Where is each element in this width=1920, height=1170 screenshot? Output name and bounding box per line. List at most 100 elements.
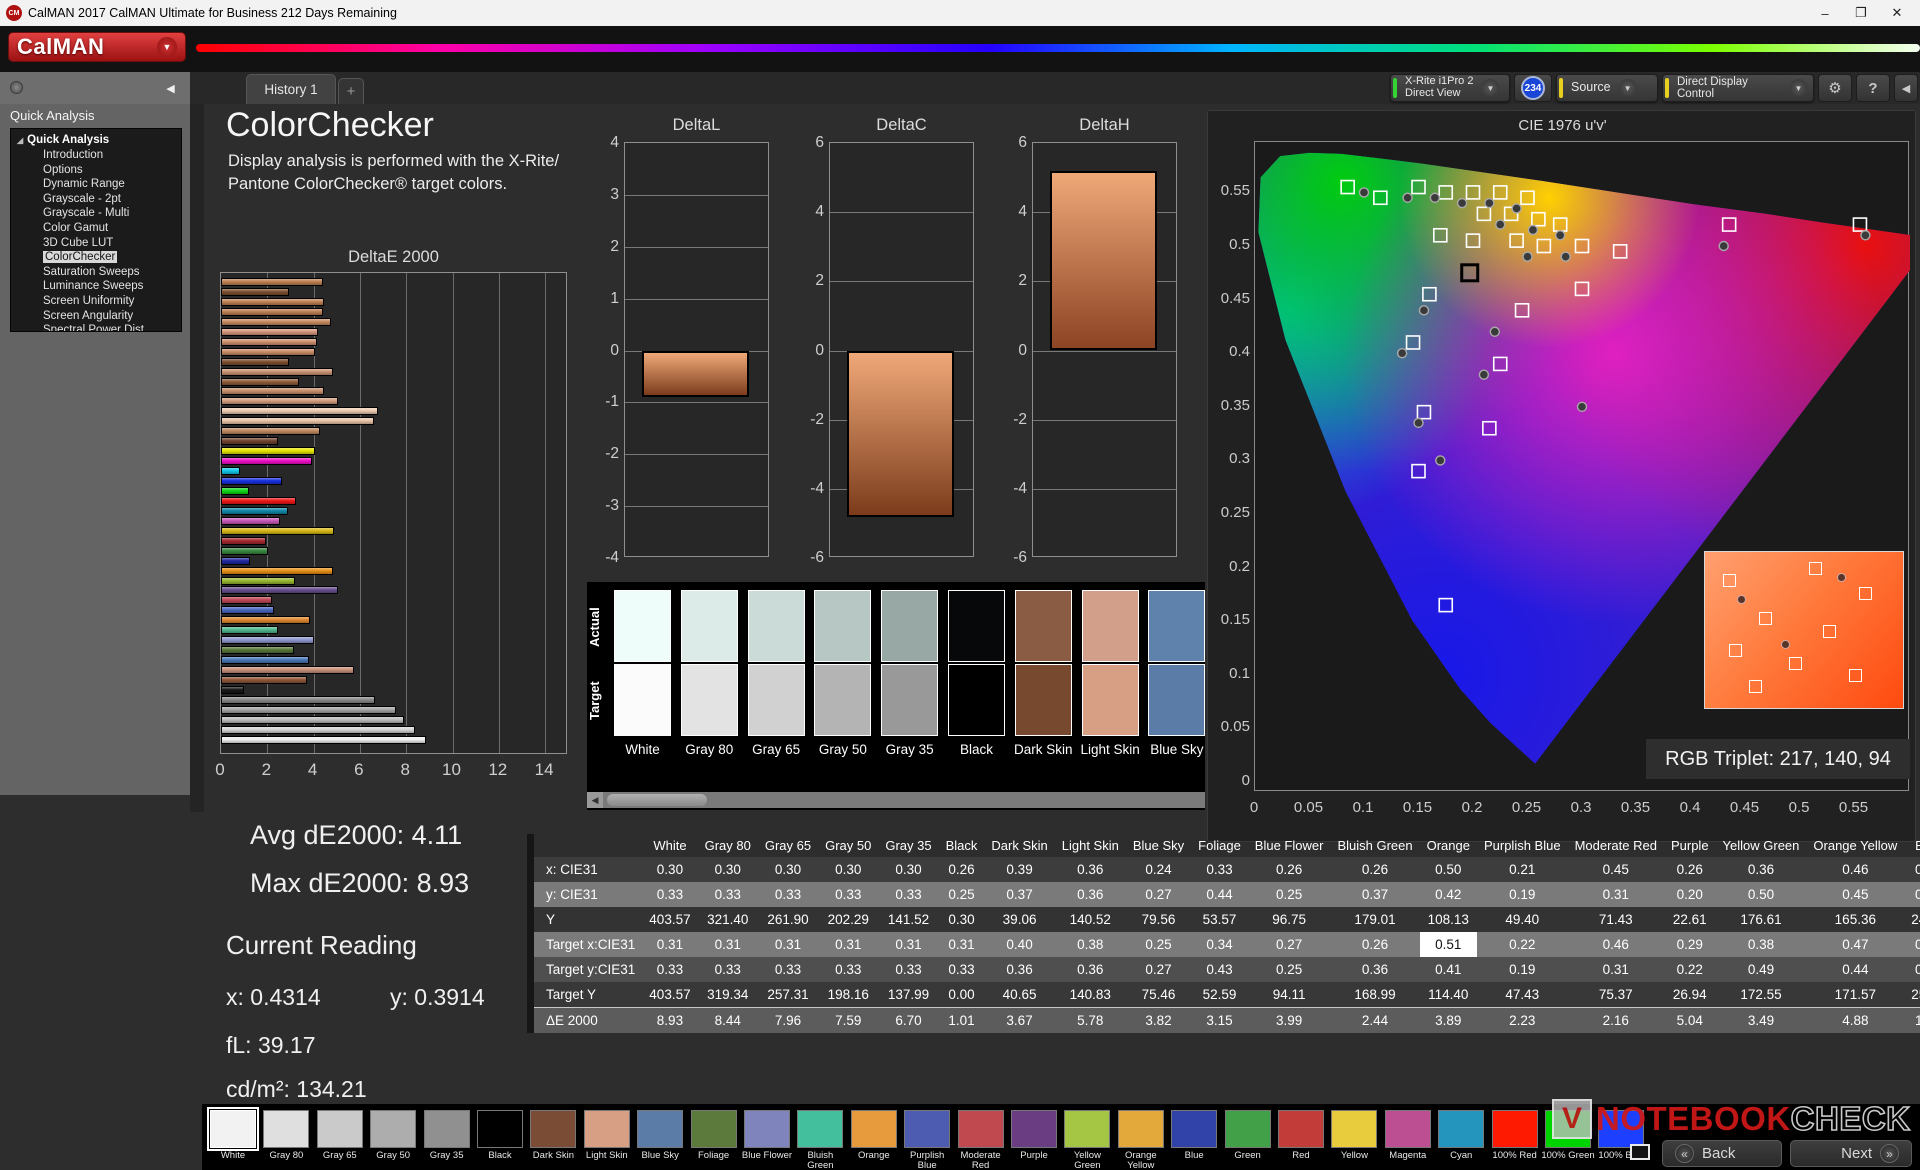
next-button[interactable]: Next » — [1790, 1140, 1912, 1167]
page-description-line1: Display analysis is performed with the X… — [228, 152, 560, 170]
patch-swatch-blue[interactable] — [1171, 1110, 1218, 1148]
sidebar-item-screen-uniformity[interactable]: Screen Uniformity — [17, 294, 181, 309]
patch-swatch-gray-50[interactable] — [370, 1110, 417, 1148]
sidebar-item-colorchecker[interactable]: ColorChecker — [17, 250, 181, 265]
patch-swatch-light-skin[interactable] — [583, 1110, 630, 1148]
patch-swatch-yellow[interactable] — [1331, 1110, 1378, 1148]
patch-swatch-magenta[interactable] — [1384, 1110, 1431, 1148]
patch-swatch-bluish-green[interactable] — [797, 1110, 844, 1148]
watermark-notebook-text: NOTEBOOK — [1596, 1100, 1791, 1137]
deltae-bar — [221, 417, 375, 426]
source-status-stripe — [1559, 78, 1563, 98]
patch-swatch-green[interactable] — [1224, 1110, 1271, 1148]
deltaL-plot-tick: 2 — [610, 237, 619, 255]
sidebar-item-luminance-sweeps[interactable]: Luminance Sweeps — [17, 279, 181, 294]
patch-swatch-100-red[interactable] — [1491, 1110, 1538, 1148]
sidebar-item-options[interactable]: Options — [17, 163, 181, 178]
table-cell: 0.20 — [1676, 887, 1703, 902]
minimize-button[interactable]: – — [1808, 2, 1842, 24]
deltae-bar — [221, 407, 379, 416]
table-cell: 108.13 — [1427, 912, 1469, 927]
patch-swatch-purple[interactable] — [1011, 1110, 1057, 1148]
patch-swatch-blue-sky[interactable] — [637, 1110, 684, 1148]
horizontal-scrollbar[interactable]: ◀ — [587, 792, 1205, 808]
table-cell: 0.26 — [1361, 937, 1389, 952]
deltae-bar — [221, 596, 272, 605]
table-cell: 0.36 — [1747, 862, 1775, 877]
table-cell: 0.30 — [835, 862, 862, 877]
table-cell: 0.14 — [1915, 962, 1920, 977]
deltae-bar — [221, 715, 405, 724]
scrollbar-thumb[interactable] — [607, 794, 707, 806]
settings-button[interactable]: ⚙ — [1818, 74, 1852, 102]
patch-swatch-orange[interactable] — [850, 1110, 897, 1148]
table-cell: 176.61 — [1740, 912, 1782, 927]
sidebar-item-3d-cube-lut[interactable]: 3D Cube LUT — [17, 236, 181, 251]
sidebar-item-grayscale-multi[interactable]: Grayscale - Multi — [17, 206, 181, 221]
add-tab-button[interactable]: + — [338, 78, 364, 104]
back-button[interactable]: « Back — [1662, 1140, 1782, 1167]
table-cell: 3.99 — [1247, 1007, 1331, 1033]
panel-collapse-button[interactable]: ◀ — [1894, 74, 1918, 102]
meter-dropdown[interactable]: X-Rite i1Pro 2 Direct View ▼ — [1390, 74, 1510, 102]
cie-y-tick: 0.05 — [1220, 718, 1250, 736]
tab-history-1[interactable]: History 1 — [246, 74, 336, 104]
deltae-x-tick: 2 — [261, 760, 272, 779]
current-reading-label: Current Reading — [226, 930, 417, 960]
table-cell: 0.25 — [1275, 962, 1303, 977]
patch-swatch-cyan[interactable] — [1438, 1110, 1485, 1148]
calman-menu-button[interactable]: CalMAN ▼ — [8, 32, 186, 62]
deltaH-plot-tick: 2 — [1018, 272, 1027, 290]
table-col-header: Light Skin — [1061, 838, 1119, 853]
deltaL-plot-tick: 0 — [610, 341, 619, 359]
close-button[interactable]: ✕ — [1880, 2, 1914, 24]
deltaC-plot-tick: 4 — [815, 203, 824, 221]
display-control-dropdown[interactable]: Direct Display Control ▼ — [1662, 74, 1814, 102]
patch-swatch-moderate-red[interactable] — [957, 1110, 1004, 1148]
inset-square-marker — [1749, 680, 1762, 694]
sidebar-item-spectral-power-dist-[interactable]: Spectral Power Dist. — [17, 323, 181, 331]
page-description-line2: Pantone ColorChecker® target colors. — [228, 175, 508, 193]
patch-swatch-gray-35[interactable] — [423, 1110, 470, 1148]
sidebar-item-saturation-sweeps[interactable]: Saturation Sweeps — [17, 265, 181, 280]
measurement-table: White Gray 80 Gray 65 Gray 50 Gray 35 Black Da… — [527, 834, 1920, 1082]
meter-count-badge[interactable]: 234 — [1514, 74, 1552, 102]
patch-swatch-white[interactable] — [207, 1107, 259, 1151]
patch-swatch-dark-skin[interactable] — [530, 1110, 577, 1148]
target-swatch-1 — [680, 664, 738, 736]
patch-swatch-foliage[interactable] — [690, 1110, 737, 1148]
cie-y-tick: 0.25 — [1220, 504, 1250, 521]
sidebar-item-dynamic-range[interactable]: Dynamic Range — [17, 177, 181, 192]
table-cell: 0.22 — [1509, 937, 1536, 952]
help-button[interactable]: ? — [1856, 74, 1890, 102]
inset-square-marker — [1849, 669, 1862, 683]
patch-swatch-yellow-green[interactable] — [1064, 1110, 1111, 1148]
patch-swatch-gray-65[interactable] — [316, 1110, 363, 1148]
tree-root[interactable]: ◢ Quick Analysis — [17, 133, 181, 148]
sidebar-item-introduction[interactable]: Introduction — [17, 148, 181, 163]
patch-swatch-black[interactable] — [477, 1110, 523, 1148]
table-cell: 0.46 — [1842, 862, 1869, 877]
table-cell: 165.36 — [1834, 912, 1876, 927]
maximize-button[interactable]: ❐ — [1844, 2, 1878, 24]
scroll-left-icon[interactable]: ◀ — [587, 792, 603, 808]
patch-swatch-orange-yellow[interactable] — [1117, 1110, 1164, 1148]
patch-swatch-red[interactable] — [1278, 1110, 1324, 1148]
patch-swatch-gray-80[interactable] — [263, 1110, 310, 1148]
table-cell: 1.01 — [938, 1007, 985, 1033]
patch-swatch-blue-flower[interactable] — [744, 1110, 790, 1148]
sidebar-item-screen-angularity[interactable]: Screen Angularity — [17, 309, 181, 324]
source-dropdown[interactable]: Source ▼ — [1556, 74, 1658, 102]
cie-y-tick: 0.45 — [1220, 289, 1250, 307]
sidebar-item-color-gamut[interactable]: Color Gamut — [17, 221, 181, 236]
window-restore-icon[interactable] — [1630, 1144, 1650, 1160]
table-row: Target Y 403.57 319.34 257.31 198.16 137.99 0.… — [530, 982, 1920, 1008]
deltae-bar — [221, 576, 296, 585]
target-swatch-2 — [747, 664, 805, 736]
table-cell: 0.33 — [895, 962, 922, 977]
patch-swatch-label: Blue Flower — [741, 1150, 793, 1161]
deltah-chart-title: DeltaH — [1079, 116, 1130, 134]
patch-swatch-purplish-blue[interactable] — [904, 1110, 951, 1148]
sidebar-item-grayscale-2pt[interactable]: Grayscale - 2pt — [17, 192, 181, 207]
sidebar-collapse-button[interactable]: ◀ — [160, 78, 181, 99]
